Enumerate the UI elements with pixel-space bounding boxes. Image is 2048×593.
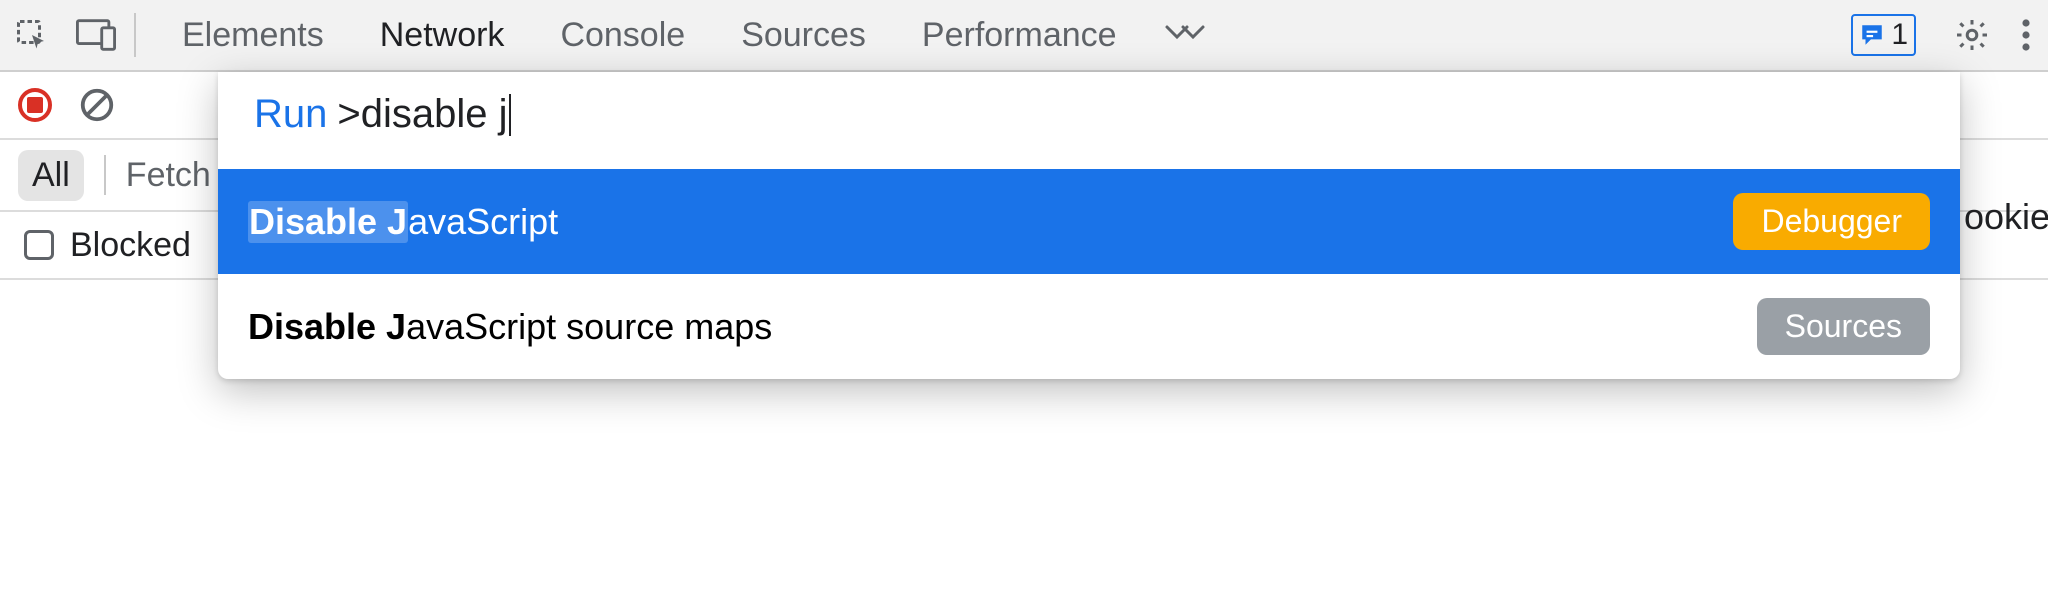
devtools-tabstrip: Elements Network Console Sources Perform… bbox=[0, 0, 2048, 72]
command-query: >disable j bbox=[337, 92, 507, 137]
tab-sources[interactable]: Sources bbox=[713, 0, 894, 71]
issues-button[interactable]: 1 bbox=[1851, 14, 1916, 56]
cookies-text-fragment: ookie bbox=[1964, 196, 2048, 238]
blocked-checkbox[interactable] bbox=[24, 230, 54, 260]
command-menu: Run >disable j Disable JavaScript Debugge… bbox=[218, 72, 1960, 379]
more-menu-icon[interactable] bbox=[2004, 7, 2048, 63]
tab-performance[interactable]: Performance bbox=[894, 0, 1145, 71]
settings-icon[interactable] bbox=[1940, 7, 2004, 63]
tab-console[interactable]: Console bbox=[532, 0, 713, 71]
tab-network[interactable]: Network bbox=[352, 0, 533, 71]
text-caret bbox=[509, 94, 511, 136]
command-item-badge: Sources bbox=[1757, 298, 1930, 355]
blocked-label: Blocked bbox=[70, 226, 191, 265]
inspect-element-icon[interactable] bbox=[0, 7, 64, 63]
tab-elements[interactable]: Elements bbox=[154, 0, 352, 71]
more-tabs-icon[interactable] bbox=[1145, 21, 1225, 49]
record-button[interactable] bbox=[18, 88, 52, 122]
command-item-label: Disable JavaScript bbox=[248, 201, 558, 243]
command-item[interactable]: Disable JavaScript source maps Sources bbox=[218, 274, 1960, 379]
command-input-row[interactable]: Run >disable j bbox=[218, 72, 1960, 169]
chat-icon bbox=[1859, 22, 1885, 48]
command-prefix: Run bbox=[254, 92, 327, 137]
command-item[interactable]: Disable JavaScript Debugger bbox=[218, 169, 1960, 274]
filter-input[interactable] bbox=[18, 156, 138, 195]
command-item-badge: Debugger bbox=[1733, 193, 1930, 250]
issues-count: 1 bbox=[1891, 18, 1908, 52]
command-item-label: Disable JavaScript source maps bbox=[248, 306, 772, 348]
divider bbox=[134, 13, 136, 57]
device-toolbar-icon[interactable] bbox=[64, 7, 128, 63]
clear-icon[interactable] bbox=[78, 86, 116, 124]
